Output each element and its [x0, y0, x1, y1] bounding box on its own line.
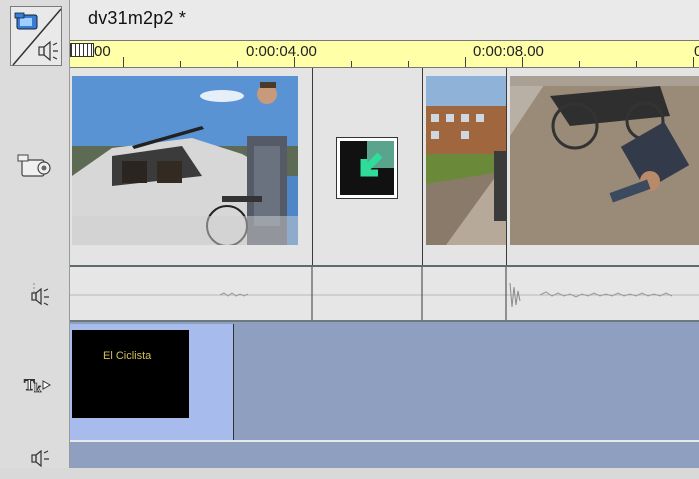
ruler-tick	[351, 61, 352, 67]
zoom-handle-icon[interactable]	[70, 43, 94, 57]
ruler-tick	[465, 57, 466, 67]
project-title: dv31m2p2 *	[88, 8, 187, 28]
ruler-tick	[180, 61, 181, 67]
ruler-label-8s: 0:00:08.00	[473, 43, 544, 60]
ruler-tick	[693, 57, 694, 67]
svg-text:k: k	[34, 380, 42, 395]
clip-divider	[422, 68, 423, 265]
ruler-label-4s: 0:00:04.00	[246, 43, 317, 60]
bottom-audio-track-icon[interactable]	[14, 449, 58, 479]
ruler-tick	[123, 57, 124, 67]
ruler-tick	[294, 57, 295, 67]
project-title-bar: dv31m2p2 *	[70, 0, 699, 40]
title-clip[interactable]: El Ciclista	[70, 324, 234, 440]
ruler-tick	[579, 61, 580, 67]
camera-speaker-toggle-icon	[12, 8, 62, 66]
ruler-tick	[237, 61, 238, 67]
ruler-tick	[636, 61, 637, 67]
title-clip-thumbnail: El Ciclista	[72, 330, 189, 418]
video-clip-bicycle-fall[interactable]	[510, 76, 699, 245]
bottom-audio-track[interactable]	[70, 442, 699, 468]
audio-track-speaker-icon[interactable]	[14, 283, 58, 313]
clip-divider	[312, 68, 313, 265]
timeline-ruler[interactable]: 00 0:00:04.00 0:00:08.00 0	[70, 40, 699, 68]
track-headers-column: T k	[0, 0, 70, 468]
ruler-label-start: 00	[94, 43, 111, 60]
track-mode-toggle-button[interactable]	[10, 6, 62, 66]
transition-thumbnail[interactable]	[336, 137, 398, 199]
video-track-camera-icon[interactable]	[14, 152, 58, 182]
audio-waveform	[70, 267, 699, 320]
speaker-icon	[38, 40, 58, 62]
audio-track[interactable]	[70, 267, 699, 322]
video-track[interactable]	[70, 68, 699, 267]
title-track[interactable]: El Ciclista	[70, 322, 699, 442]
ruler-label-end: 0	[694, 43, 699, 60]
video-clip-car-scene[interactable]	[72, 76, 298, 245]
camera-icon	[14, 12, 38, 30]
video-clip-street[interactable]	[426, 76, 506, 245]
title-track-icon[interactable]: T k	[14, 370, 58, 400]
ruler-tick	[522, 57, 523, 67]
ruler-tick	[408, 61, 409, 67]
title-clip-text: El Ciclista	[103, 350, 152, 362]
clip-divider	[506, 68, 507, 265]
